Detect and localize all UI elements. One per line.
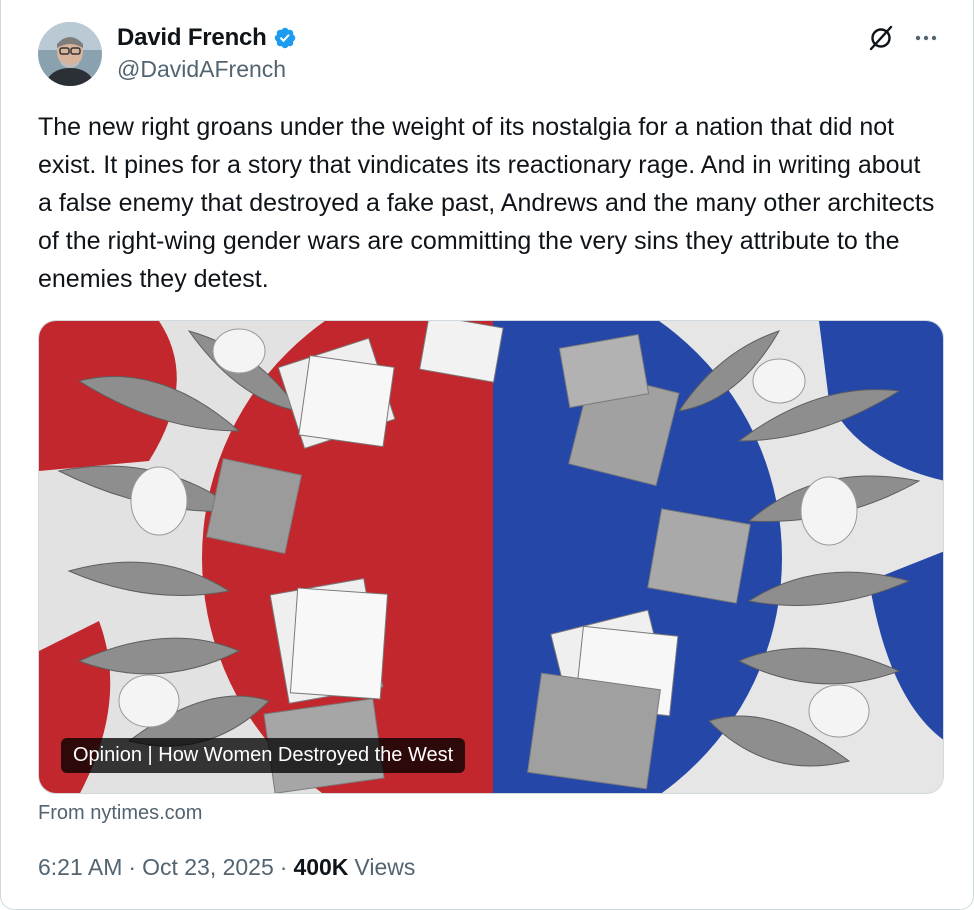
tweet-date[interactable]: Oct 23, 2025 — [142, 854, 274, 881]
avatar[interactable] — [38, 22, 102, 86]
tweet-text: The new right groans under the weight of… — [38, 113, 935, 293]
link-source[interactable]: From nytimes.com — [38, 802, 202, 825]
author-handle[interactable]: @DavidAFrench — [117, 56, 286, 83]
verified-badge-icon — [274, 27, 295, 49]
author-name-row[interactable]: David French — [117, 24, 297, 52]
author-name[interactable]: David French — [117, 24, 267, 52]
views-count: 400K — [293, 854, 349, 880]
tweet-meta: 6:21 AM · Oct 23, 2025 · 400K Views — [38, 854, 415, 881]
link-card-caption[interactable]: Opinion | How Women Destroyed the West — [61, 738, 466, 773]
link-card-image[interactable]: Opinion | How Women Destroyed the West — [38, 320, 944, 794]
meta-separator: · — [128, 854, 137, 880]
tweet-card: David French @DavidAFrench The new right… — [0, 0, 974, 910]
tweet-actions-top — [867, 24, 939, 52]
views-label: Views — [354, 854, 416, 880]
opinion-illustration — [39, 321, 943, 793]
grok-icon[interactable] — [867, 24, 895, 52]
more-dots-icon[interactable] — [913, 25, 939, 51]
tweet-time[interactable]: 6:21 AM — [38, 854, 122, 881]
meta-separator: · — [279, 854, 288, 880]
